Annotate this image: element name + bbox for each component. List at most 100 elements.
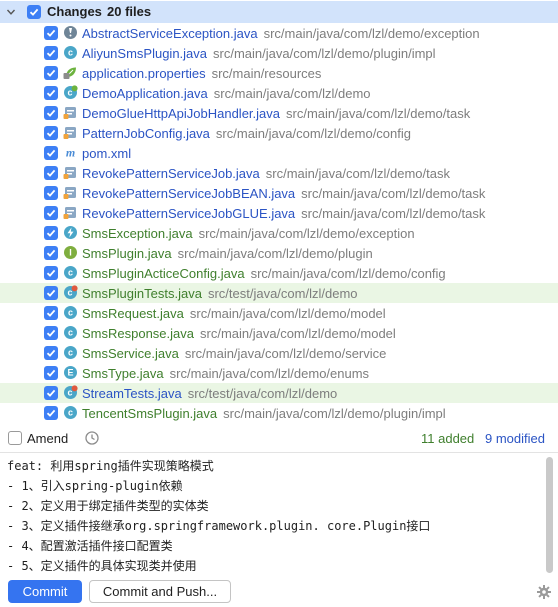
commit-panel: Changes 20 files AbstractServiceExceptio… [0, 0, 558, 607]
file-name: SmsException.java [82, 226, 193, 241]
file-name: AbstractServiceException.java [82, 26, 258, 41]
changes-group-header[interactable]: Changes 20 files [0, 1, 558, 23]
file-checkbox[interactable] [44, 366, 58, 380]
file-name: DemoApplication.java [82, 86, 208, 101]
svg-text:c: c [68, 408, 73, 418]
chevron-down-icon[interactable] [5, 6, 17, 18]
file-name: application.properties [82, 66, 206, 81]
class-icon: c [64, 46, 77, 59]
file-name: StreamTests.java [82, 386, 182, 401]
job-class-icon [63, 127, 76, 139]
file-row[interactable]: c SmsPluginActiceConfig.java src/main/java… [0, 263, 558, 283]
test-class-icon: c [64, 285, 78, 299]
added-count[interactable]: 11 added [421, 431, 474, 446]
check-icon [46, 149, 56, 157]
maven-icon: m [66, 146, 75, 160]
file-path: src/main/java/com/lzl/demo/plugin/impl [213, 46, 436, 61]
message-line: - 5、定义插件的具体实现类并使用 [7, 559, 197, 573]
file-checkbox[interactable] [44, 146, 58, 160]
file-row[interactable]: c SmsPluginTests.java src/test/java/com/lz… [0, 283, 558, 303]
file-path: src/main/java/com/lzl/demo/config [250, 266, 446, 281]
svg-text:c: c [68, 348, 73, 358]
file-checkbox[interactable] [44, 226, 58, 240]
file-checkbox[interactable] [44, 406, 58, 420]
file-row[interactable]: c DemoApplication.java src/main/java/com/l… [0, 83, 558, 103]
file-checkbox[interactable] [44, 166, 58, 180]
file-name: DemoGlueHttpApiJobHandler.java [82, 106, 280, 121]
file-checkbox[interactable] [44, 266, 58, 280]
file-checkbox[interactable] [44, 186, 58, 200]
commit-and-push-button[interactable]: Commit and Push... [89, 580, 231, 603]
file-row[interactable]: RevokePatternServiceJobBEAN.java src/main… [0, 183, 558, 203]
file-checkbox[interactable] [44, 346, 58, 360]
file-row[interactable]: I SmsPlugin.java src/main/java/com/lzl/dem… [0, 243, 558, 263]
file-checkbox[interactable] [44, 246, 58, 260]
svg-text:c: c [68, 308, 73, 318]
changes-group-title: Changes [47, 4, 102, 19]
file-row[interactable]: RevokePatternServiceJobGLUE.java src/main… [0, 203, 558, 223]
file-checkbox[interactable] [44, 46, 58, 60]
file-checkbox[interactable] [44, 106, 58, 120]
file-path: src/main/java/com/lzl/demo/plugin [177, 246, 373, 261]
check-icon [46, 189, 56, 197]
check-icon [46, 249, 56, 257]
file-row[interactable]: PatternJobConfig.java src/main/java/com/l… [0, 123, 558, 143]
file-name: RevokePatternServiceJobBEAN.java [82, 186, 296, 201]
file-checkbox[interactable] [44, 386, 58, 400]
file-checkbox[interactable] [44, 126, 58, 140]
amend-checkbox[interactable] [8, 431, 22, 445]
file-checkbox[interactable] [44, 326, 58, 340]
amend-bar: Amend 11 added 9 modified [0, 426, 558, 450]
commit-message-input[interactable]: feat: 利用spring插件实现策略模式 - 1、引入spring-plugi… [0, 453, 558, 577]
gear-icon[interactable] [536, 584, 552, 600]
check-icon [46, 269, 56, 277]
file-path: src/test/java/com/lzl/demo [207, 286, 358, 301]
file-path: src/main/java/com/lzl/demo/enums [169, 366, 370, 381]
file-row[interactable]: m pom.xml [0, 143, 558, 163]
svg-text:c: c [68, 328, 73, 338]
file-path: src/main/java/com/lzl/demo/service [184, 346, 387, 361]
file-checkbox[interactable] [44, 26, 58, 40]
file-row[interactable]: DemoGlueHttpApiJobHandler.java src/main/j… [0, 103, 558, 123]
job-class-icon [63, 167, 76, 179]
file-checkbox[interactable] [44, 66, 58, 80]
file-checkbox[interactable] [44, 306, 58, 320]
file-checkbox[interactable] [44, 206, 58, 220]
class-icon: c [64, 346, 77, 359]
file-label: PatternJobConfig.java src/main/java/com/l… [82, 126, 411, 141]
message-line: - 1、引入spring-plugin依赖 [7, 479, 183, 493]
file-name: SmsType.java [82, 366, 164, 381]
file-row[interactable]: c SmsRequest.java src/main/java/com/lzl/de… [0, 303, 558, 323]
file-checkbox[interactable] [44, 286, 58, 300]
svg-text:E: E [67, 368, 73, 378]
check-icon [46, 29, 56, 37]
history-clock-icon[interactable] [84, 430, 100, 446]
file-label: AbstractServiceException.java src/main/ja… [82, 26, 480, 41]
file-row[interactable]: AbstractServiceException.java src/main/ja… [0, 23, 558, 43]
file-path: src/main/resources [211, 66, 322, 81]
file-name: TencentSmsPlugin.java [82, 406, 218, 421]
file-label: TencentSmsPlugin.java src/main/java/com/l… [82, 406, 446, 421]
file-row[interactable]: c TencentSmsPlugin.java src/main/java/com/… [0, 403, 558, 423]
file-checkbox[interactable] [44, 86, 58, 100]
amend-label[interactable]: Amend [27, 431, 68, 446]
check-icon [29, 8, 39, 16]
file-row[interactable]: E SmsType.java src/main/java/com/lzl/demo/… [0, 363, 558, 383]
commit-button[interactable]: Commit [8, 580, 82, 603]
changes-group-checkbox[interactable] [27, 5, 41, 19]
file-path: src/test/java/com/lzl/demo [187, 386, 338, 401]
file-row[interactable]: c StreamTests.java src/test/java/com/lzl/d… [0, 383, 558, 403]
message-scrollbar[interactable] [546, 457, 553, 573]
file-row[interactable]: RevokePatternServiceJob.java src/main/jav… [0, 163, 558, 183]
class-icon: c [64, 306, 77, 319]
file-row[interactable]: c SmsService.java src/main/java/com/lzl/de… [0, 343, 558, 363]
spring-app-class-icon: c [64, 85, 78, 99]
file-label: application.properties src/main/resources [82, 66, 321, 81]
file-row[interactable]: c SmsResponse.java src/main/java/com/lzl/d… [0, 323, 558, 343]
modified-count[interactable]: 9 modified [485, 431, 545, 446]
message-line: - 3、定义插件接继承org.springframework.plugin. c… [7, 519, 431, 533]
file-row[interactable]: SmsException.java src/main/java/com/lzl/d… [0, 223, 558, 243]
file-path: src/main/java/com/lzl/demo/task [265, 166, 450, 181]
file-row[interactable]: c AliyunSmsPlugin.java src/main/java/com/l… [0, 43, 558, 63]
file-row[interactable]: application.properties src/main/resources [0, 63, 558, 83]
